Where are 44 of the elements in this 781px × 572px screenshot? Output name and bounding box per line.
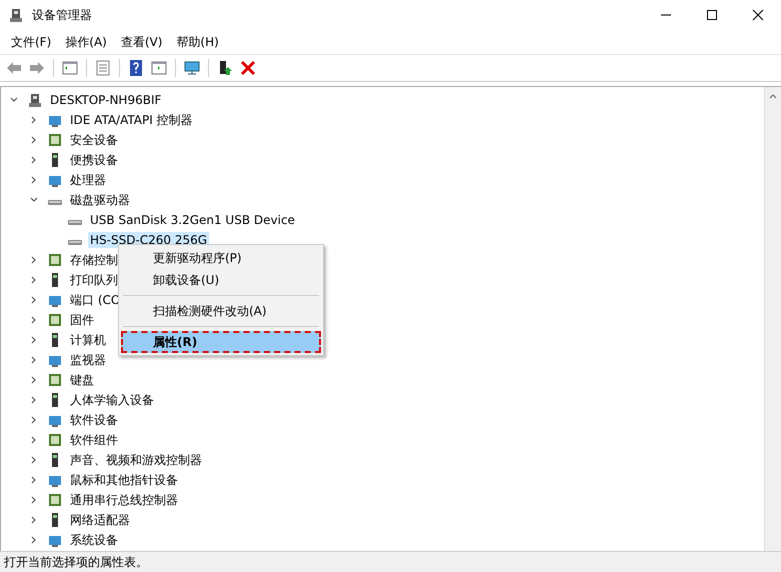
delete-icon[interactable] (238, 58, 258, 78)
tree-item[interactable]: 磁盘驱动器 (68, 190, 132, 210)
tree-item[interactable]: 监视器 (68, 350, 108, 370)
tree-item[interactable]: 固件 (68, 310, 96, 330)
tree-item[interactable]: 处理器 (68, 170, 108, 190)
tree-item[interactable]: 打印队列 (68, 270, 120, 290)
tree-item[interactable]: 存储控制 (68, 250, 120, 270)
drive-icon (67, 220, 83, 225)
tree-item[interactable]: 计算机 (68, 330, 108, 350)
chip-icon (47, 252, 63, 268)
tree-item[interactable]: 声音、视频和游戏控制器 (68, 450, 204, 470)
window-title: 设备管理器 (32, 6, 93, 24)
menu-item[interactable]: 帮助(H) (169, 34, 226, 50)
tree-item[interactable]: 便携设备 (68, 150, 120, 170)
context-menu-item[interactable]: 卸载设备(U) (121, 269, 321, 291)
context-menu-item[interactable]: 扫描检测硬件改动(A) (121, 300, 321, 322)
menu-item[interactable]: 文件(F) (4, 34, 58, 50)
device-manager-icon (8, 7, 24, 23)
computer-icon (27, 92, 43, 108)
chip-icon (47, 372, 63, 388)
context-menu-item[interactable]: 属性(R) (121, 331, 321, 353)
chip-icon (47, 492, 63, 508)
tree-item[interactable]: 安全设备 (68, 130, 120, 150)
tree-item[interactable]: DESKTOP-NH96BIF (48, 92, 164, 108)
status-bar: 打开当前选择项的属性表。 (0, 551, 781, 572)
tree-item[interactable]: 键盘 (68, 370, 96, 390)
tree-item[interactable]: 软件组件 (68, 430, 120, 450)
tree-item[interactable]: 人体学输入设备 (68, 390, 156, 410)
tree-item[interactable]: IDE ATA/ATAPI 控制器 (68, 110, 195, 130)
tree-item[interactable]: USB SanDisk 3.2Gen1 USB Device (88, 212, 297, 228)
tree-item[interactable]: 鼠标和其他指针设备 (68, 470, 180, 490)
chip-icon (47, 432, 63, 448)
menu-item[interactable]: 操作(A) (58, 34, 114, 50)
drive-icon (67, 240, 83, 245)
scrollbar[interactable] (764, 87, 781, 551)
menu-item[interactable]: 查看(V) (114, 34, 170, 50)
chip-icon (47, 132, 63, 148)
tree-item[interactable]: 网络适配器 (68, 510, 132, 530)
tree-item[interactable]: 软件设备 (68, 410, 120, 430)
tree-item[interactable]: 通用串行总线控制器 (68, 490, 180, 510)
drive-icon (47, 200, 63, 205)
tree-item[interactable]: 系统设备 (68, 530, 120, 550)
context-menu-item[interactable]: 更新驱动程序(P) (121, 247, 321, 269)
chip-icon (47, 312, 63, 328)
